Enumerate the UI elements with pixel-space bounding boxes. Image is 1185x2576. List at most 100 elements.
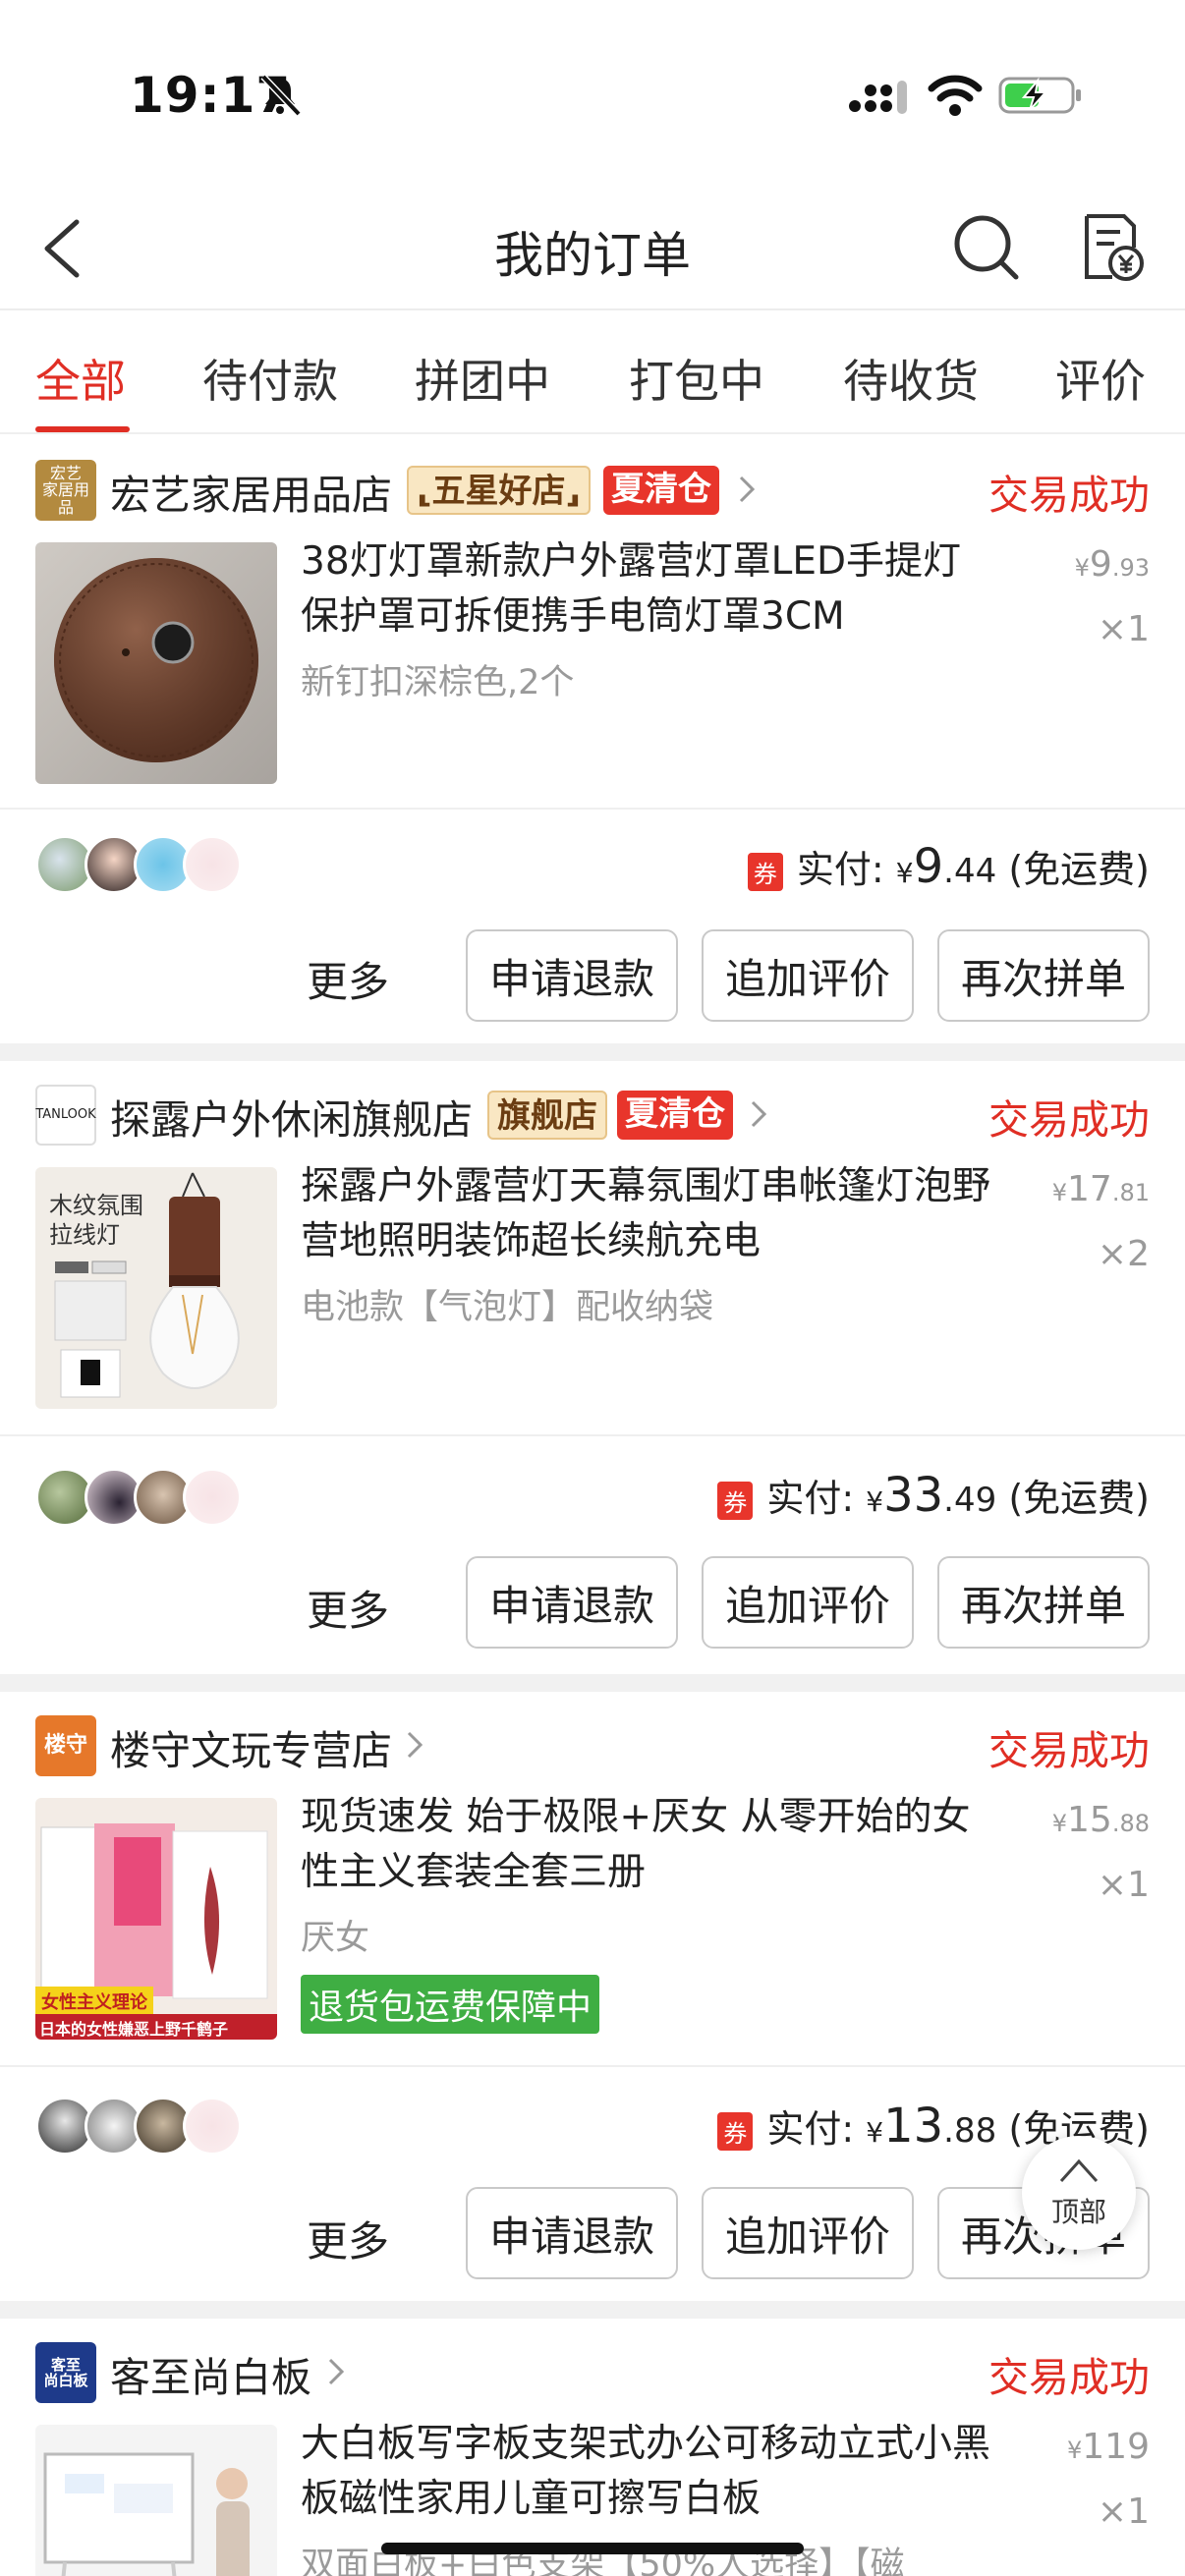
tab-to-receive[interactable]: 待收货 xyxy=(843,346,979,411)
paid-int: 33 xyxy=(883,1468,944,1523)
divider xyxy=(0,808,1185,810)
back-to-top-label: 顶部 xyxy=(1050,2196,1106,2228)
more-button[interactable]: 更多 xyxy=(307,1578,389,1638)
more-button[interactable]: 更多 xyxy=(307,949,389,1009)
order-card: 宏艺 家居用品 宏艺家居用品店 ⸤五星好店⸥ 夏清仓 交易成功 38灯灯罩新款户… xyxy=(0,436,1185,1043)
lamp-shade-image xyxy=(54,558,258,762)
chevron-right-icon[interactable] xyxy=(735,472,759,507)
active-tab-indicator xyxy=(35,426,130,432)
avatar xyxy=(183,835,242,894)
back-to-top-button[interactable]: 顶部 xyxy=(1022,2136,1136,2250)
paid-amount: 券实付: ¥9.44 (免运费) xyxy=(747,839,1150,894)
cellular-signal-icon xyxy=(849,81,907,114)
price-dec: .81 xyxy=(1111,1179,1150,1206)
refund-button[interactable]: 申请退款 xyxy=(466,2187,678,2279)
add-review-button[interactable]: 追加评价 xyxy=(702,2187,914,2279)
product-price: ¥9.93 xyxy=(1074,544,1150,585)
order-card: 客至 尚白板 客至尚白板 交易成功 大白板写字板支架式办公可移动立式小黑板磁性家… xyxy=(0,2319,1185,2576)
shop-logo[interactable]: TANLOOK xyxy=(35,1085,96,1146)
shop-name[interactable]: 客至尚白板 xyxy=(110,2344,311,2403)
product-qty: ×1 xyxy=(1097,1865,1150,1905)
product-thumbnail[interactable] xyxy=(35,542,277,784)
product-price: ¥119 xyxy=(1067,2427,1150,2467)
product-qty: ×2 xyxy=(1097,1234,1150,1274)
tab-all[interactable]: 全部 xyxy=(35,346,126,411)
order-status: 交易成功 xyxy=(988,1096,1150,1144)
tab-group-buying[interactable]: 拼团中 xyxy=(415,346,550,411)
shop-logo-text: 客至 尚白板 xyxy=(43,2355,88,2389)
paid-dec: .88 xyxy=(943,2111,997,2151)
price-int: 119 xyxy=(1082,2427,1150,2467)
refund-button[interactable]: 申请退款 xyxy=(466,1556,678,1649)
more-button[interactable]: 更多 xyxy=(307,2209,389,2268)
receipt-icon[interactable] xyxy=(1079,212,1146,283)
price-int: 17 xyxy=(1067,1169,1112,1209)
flagship-badge: 旗舰店 xyxy=(487,1091,607,1140)
paid-amount: 券实付: ¥33.49 (免运费) xyxy=(717,1468,1150,1523)
rebuy-button[interactable]: 再次拼单 xyxy=(937,1556,1150,1649)
tab-packing[interactable]: 打包中 xyxy=(629,346,764,411)
bell-muted-icon xyxy=(260,74,302,117)
order-status: 交易成功 xyxy=(988,2354,1150,2401)
product-qty: ×1 xyxy=(1097,2492,1150,2532)
product-thumbnail[interactable]: 女性主义理论 日本的女性嫌恶上野千鹤子 xyxy=(35,1798,277,2040)
thumb-caption-secondary: 日本的女性嫌恶上野千鹤子 xyxy=(35,2014,277,2040)
avatar xyxy=(183,1468,242,1527)
paid-label: 实付: xyxy=(766,1477,855,1520)
nav-bar: 我的订单 xyxy=(0,187,1185,310)
product-title[interactable]: 38灯灯罩新款户外露营灯罩LED手提灯保护罩可拆便携手电筒灯罩3CM xyxy=(301,534,998,644)
price-int: 15 xyxy=(1067,1800,1112,1840)
five-star-shop-badge: ⸤五星好店⸥ xyxy=(407,466,592,515)
battery-charging-icon xyxy=(998,77,1081,114)
paid-dec: .49 xyxy=(943,1481,997,1520)
shop-logo[interactable]: 楼守 xyxy=(35,1715,96,1776)
shop-name[interactable]: 探露户外休闲旗舰店 xyxy=(110,1087,473,1146)
product-qty: ×1 xyxy=(1097,609,1150,649)
home-indicator xyxy=(381,2543,804,2554)
price-dec: .88 xyxy=(1111,1810,1150,1837)
paid-label: 实付: xyxy=(766,2107,855,2151)
clearance-badge: 夏清仓 xyxy=(603,466,719,515)
product-title[interactable]: 大白板写字板支架式办公可移动立式小黑板磁性家用儿童可擦写白板 xyxy=(301,2417,998,2527)
order-card: 楼守 楼守文玩专营店 交易成功 女性主义理论 日本的女性嫌恶上野千鹤子 现货速发… xyxy=(0,1692,1185,2301)
shop-name[interactable]: 楼守文玩专营店 xyxy=(110,1717,392,1776)
divider xyxy=(0,2065,1185,2067)
shop-logo[interactable]: 宏艺 家居用品 xyxy=(35,460,96,521)
currency-symbol: ¥ xyxy=(895,857,914,889)
shop-logo[interactable]: 客至 尚白板 xyxy=(35,2342,96,2403)
tab-review[interactable]: 评价 xyxy=(1055,346,1146,411)
paid-int: 9 xyxy=(913,839,944,894)
group-avatars xyxy=(35,2097,252,2157)
product-thumbnail[interactable]: 木纹氛围 拉线灯 xyxy=(35,1167,277,1409)
camping-bulb-image xyxy=(54,1172,240,1398)
rebuy-button[interactable]: 再次拼单 xyxy=(937,929,1150,1022)
product-title[interactable]: 探露户外露营灯天幕氛围灯串帐篷灯泡野营地照明装饰超长续航充电 xyxy=(301,1159,998,1269)
thumb-caption-primary: 女性主义理论 xyxy=(35,1987,153,2016)
paid-dec: .44 xyxy=(943,852,997,891)
tab-pending-payment[interactable]: 待付款 xyxy=(202,346,338,411)
paid-int: 13 xyxy=(883,2099,944,2154)
order-tabs: 全部 待付款 拼团中 打包中 待收货 评价 xyxy=(0,312,1185,434)
section-separator xyxy=(0,1043,1185,1061)
product-spec: 电池款【气泡灯】配收纳袋 xyxy=(301,1288,714,1327)
add-review-button[interactable]: 追加评价 xyxy=(702,929,914,1022)
price-dec: .93 xyxy=(1111,554,1150,582)
status-bar: 19:17 xyxy=(0,0,1185,187)
currency-symbol: ¥ xyxy=(866,1485,884,1518)
order-status: 交易成功 xyxy=(988,472,1150,519)
chevron-right-icon[interactable] xyxy=(403,1727,426,1763)
coupon-badge: 券 xyxy=(717,1482,754,1520)
shipping-note: (免运费) xyxy=(1008,848,1150,891)
chevron-right-icon[interactable] xyxy=(324,2354,348,2389)
refund-button[interactable]: 申请退款 xyxy=(466,929,678,1022)
chevron-right-icon[interactable] xyxy=(747,1096,770,1132)
product-title[interactable]: 现货速发 始于极限+厌女 从零开始的女性主义套装全套三册 xyxy=(301,1790,998,1900)
return-shipping-guarantee-tag: 退货包运费保障中 xyxy=(301,1975,600,2034)
shop-name[interactable]: 宏艺家居用品店 xyxy=(110,462,392,521)
product-thumbnail[interactable] xyxy=(35,2425,277,2576)
add-review-button[interactable]: 追加评价 xyxy=(702,1556,914,1649)
coupon-badge: 券 xyxy=(717,2112,754,2151)
divider xyxy=(0,1434,1185,1436)
price-int: 9 xyxy=(1089,544,1112,585)
search-icon[interactable] xyxy=(951,212,1022,283)
